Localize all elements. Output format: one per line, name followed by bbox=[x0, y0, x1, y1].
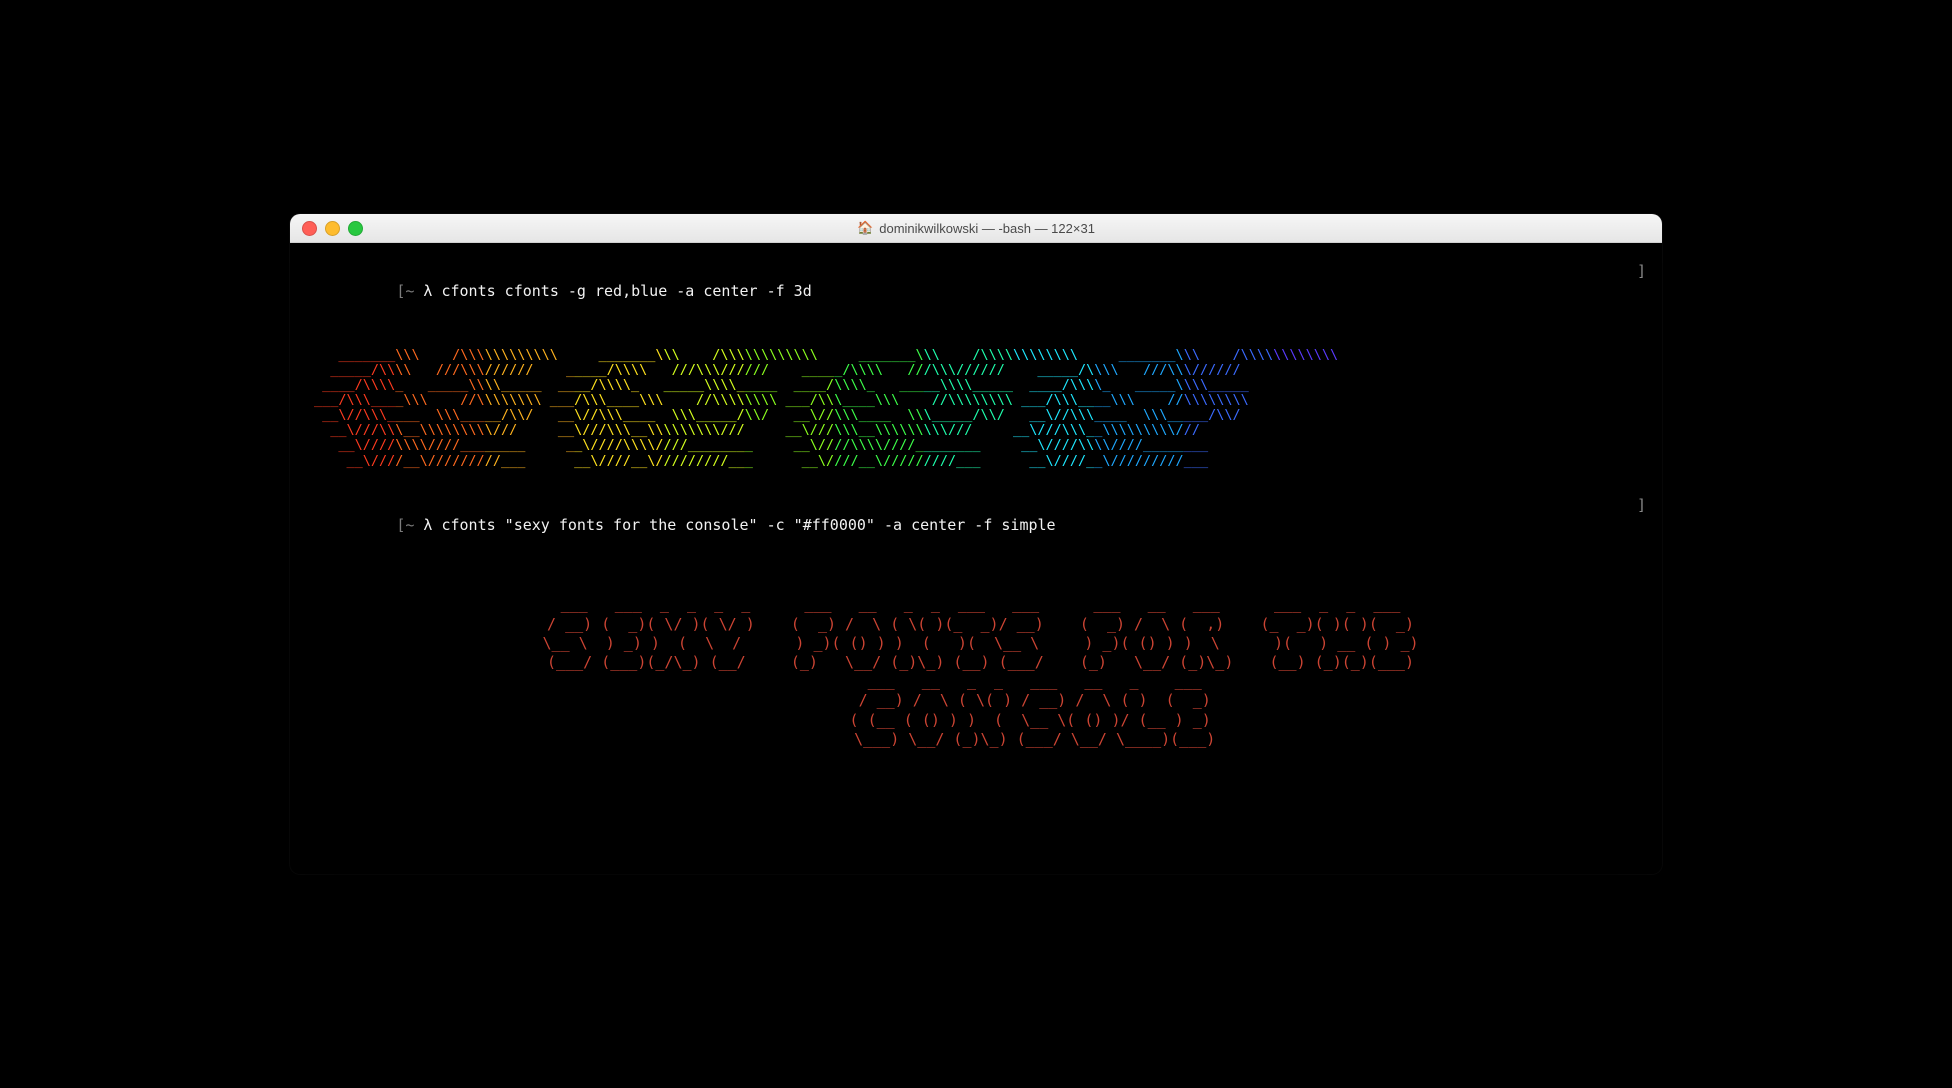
prompt-prefix: [~ bbox=[396, 516, 423, 534]
window-title: 🏠 dominikwilkowski — -bash — 122×31 bbox=[857, 220, 1095, 236]
cfonts-simple-output: ___ ___ _ _ _ _ ___ __ _ _ ___ ___ ___ _… bbox=[306, 595, 1646, 749]
prompt-command-1: cfonts cfonts -g red,blue -a center -f 3… bbox=[441, 282, 811, 300]
window-title-text: dominikwilkowski — -bash — 122×31 bbox=[879, 221, 1095, 236]
prompt-line-2: [~ λ cfonts "sexy fonts for the console"… bbox=[306, 495, 1646, 556]
prompt-lambda: λ bbox=[423, 282, 441, 300]
minimize-icon[interactable] bbox=[325, 221, 340, 236]
zoom-icon[interactable] bbox=[348, 221, 363, 236]
terminal-window: 🏠 dominikwilkowski — -bash — 122×31 [~ λ… bbox=[290, 214, 1662, 874]
prompt-lambda: λ bbox=[423, 516, 441, 534]
cfonts-3d-output: _______\\\ /\\\\\\\\\\\\ _______\\\ /\\\… bbox=[314, 348, 1646, 469]
close-icon[interactable] bbox=[302, 221, 317, 236]
home-icon: 🏠 bbox=[857, 220, 873, 236]
stage: 🏠 dominikwilkowski — -bash — 122×31 [~ λ… bbox=[0, 0, 1952, 1088]
prompt-command-2: cfonts "sexy fonts for the console" -c "… bbox=[441, 516, 1055, 534]
window-titlebar[interactable]: 🏠 dominikwilkowski — -bash — 122×31 bbox=[290, 214, 1662, 243]
prompt-line-1: [~ λ cfonts cfonts -g red,blue -a center… bbox=[306, 261, 1646, 322]
terminal-body[interactable]: [~ λ cfonts cfonts -g red,blue -a center… bbox=[290, 243, 1662, 773]
prompt-prefix: [~ bbox=[396, 282, 423, 300]
traffic-lights bbox=[302, 221, 363, 236]
prompt-suffix: ] bbox=[1637, 495, 1646, 556]
prompt-suffix: ] bbox=[1637, 261, 1646, 322]
